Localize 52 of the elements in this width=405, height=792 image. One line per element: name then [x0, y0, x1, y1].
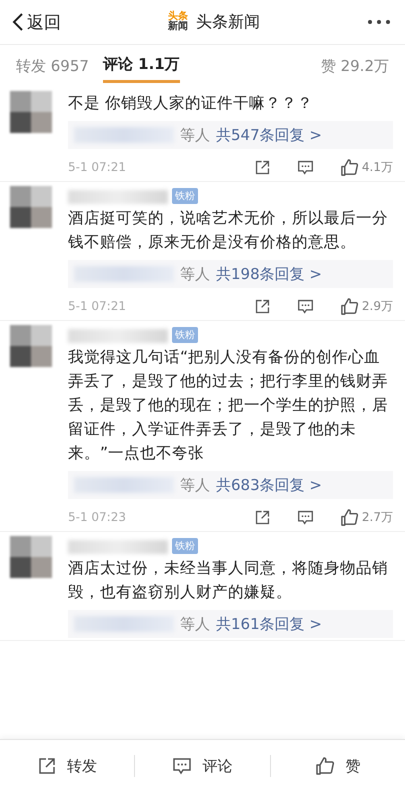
account-name: 头条新闻 — [196, 12, 260, 32]
replies-preview[interactable]: 等人 共198条回复 > — [68, 260, 393, 288]
comment-time: 5-1 07:21 — [68, 160, 126, 174]
replies-suffix: 等人 — [180, 614, 210, 634]
comment-text: 酒店太过份，未经当事人同意，将随身物品销毁，也有盗窃别人财产的嫌疑。 — [68, 558, 389, 603]
comment-icon[interactable] — [296, 158, 314, 176]
tab[interactable]: 转发 6957 — [16, 50, 89, 82]
thumbs-up-icon[interactable] — [340, 296, 359, 316]
replies-link[interactable]: 共683条回复 > — [216, 476, 322, 494]
replies-preview[interactable]: 等人 共161条回复 > — [68, 610, 393, 638]
avatar[interactable] — [10, 91, 52, 133]
replies-link[interactable]: 共161条回复 > — [216, 614, 322, 634]
thumbs-up-icon[interactable] — [340, 508, 359, 526]
logo: 头条 新闻 — [168, 12, 188, 32]
replies-preview[interactable]: 等人 共547条回复 > — [68, 121, 393, 149]
comment-icon[interactable] — [172, 756, 192, 776]
tab[interactable]: 评论 1.1万 — [102, 49, 180, 83]
share-icon[interactable] — [254, 508, 271, 526]
comment-text: 我觉得这几句话“把别人没有备份的创作心血弄丢了，是毁了他的过去；把行李里的钱财弄丢，是毁了他的现在；把一个学生的护照，居留证件，入学证件弄丢了，是毁了他的未来。”一点也不夸张 — [68, 347, 389, 464]
replies-preview[interactable]: 等人 共683条回复 > — [68, 471, 393, 499]
replies-link[interactable]: 共198条回复 > — [216, 264, 322, 284]
action-button[interactable]: 转发 — [67, 756, 98, 776]
more-icon[interactable] — [367, 19, 391, 25]
comment-icon[interactable] — [296, 508, 314, 526]
replies-suffix: 等人 — [180, 126, 210, 144]
back-button[interactable]: 返回 — [12, 10, 61, 34]
share-icon[interactable] — [254, 298, 271, 314]
avatar[interactable] — [10, 325, 52, 367]
replies-suffix: 等人 — [180, 476, 210, 494]
comment-text: 酒店挺可笑的，说啥艺术无价，所以最后一分钱不赔偿，原来无价是没有价格的意思。 — [68, 208, 389, 253]
avatar[interactable] — [10, 536, 52, 578]
comment-time: 5-1 07:21 — [68, 299, 126, 313]
thumbs-up-icon[interactable] — [315, 756, 336, 776]
fan-badge: 铁粉 — [172, 327, 198, 343]
comment-time: 5-1 07:23 — [68, 510, 126, 524]
like-count: 2.7万 — [362, 508, 393, 526]
thumbs-up-icon[interactable] — [340, 158, 359, 176]
share-icon[interactable] — [37, 756, 58, 776]
comment-text: 不是 你销毁人家的证件干嘛？？？ — [68, 93, 314, 114]
action-button[interactable]: 评论 — [202, 756, 232, 776]
fan-badge: 铁粉 — [172, 188, 198, 204]
tab[interactable]: 赞 29.2万 — [320, 50, 389, 82]
back-chevron-icon[interactable] — [12, 12, 24, 32]
replies-suffix: 等人 — [180, 264, 210, 284]
fan-badge: 铁粉 — [172, 538, 198, 554]
like-count: 2.9万 — [362, 298, 393, 314]
replies-link[interactable]: 共547条回复 > — [216, 126, 322, 144]
comment-icon[interactable] — [296, 298, 314, 314]
avatar[interactable] — [10, 186, 52, 228]
action-button[interactable]: 赞 — [345, 756, 360, 776]
share-icon[interactable] — [254, 158, 271, 176]
like-count: 4.1万 — [362, 158, 393, 176]
